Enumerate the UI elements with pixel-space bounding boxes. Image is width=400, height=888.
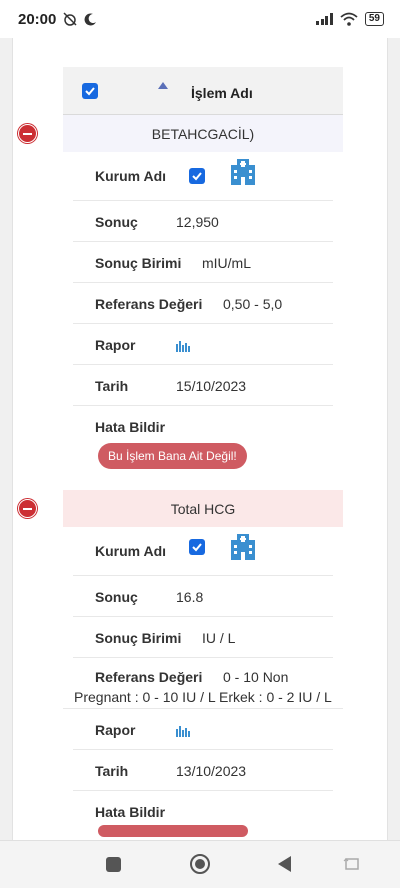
system-nav-bar (0, 840, 400, 888)
tarih-value: 13/10/2023 (176, 763, 247, 779)
hospital-building-icon[interactable] (229, 532, 257, 562)
referans-label: Referans Değeri (95, 669, 203, 685)
birim-value: mIU/mL (202, 255, 251, 271)
detail-row-kurum: Kurum Adı (73, 152, 333, 201)
referans-value: 0,50 - 5,0 (223, 296, 283, 312)
detail-row-sonuc: Sonuç 16.8 (73, 576, 333, 617)
group-name: Total HCG (170, 500, 236, 517)
kurum-checkbox[interactable] (189, 539, 205, 555)
status-time: 20:00 (18, 10, 57, 28)
wifi-icon (340, 12, 358, 26)
select-all-checkbox[interactable] (82, 83, 98, 99)
detail-row-hata: Hata Bildir Bu İşlem Bana Ait Değil! (73, 406, 333, 480)
collapse-minus-icon[interactable] (18, 499, 37, 518)
results-table: İşlem Adı BETAHCGACİL) Kurum Adı Sonuç 1… (18, 67, 343, 840)
detail-row-birim: Sonuç Birimi IU / L (73, 617, 333, 658)
moon-icon (84, 12, 97, 25)
detail-row-tarih: Tarih 13/10/2023 (73, 750, 333, 791)
sonuc-value: 16.8 (176, 589, 204, 605)
sort-asc-icon[interactable] (158, 82, 168, 89)
detail-row-sonuc: Sonuç 12,950 (73, 201, 333, 242)
column-header-islem-adi[interactable]: İşlem Adı (191, 85, 253, 101)
page-content: İşlem Adı BETAHCGACİL) Kurum Adı Sonuç 1… (12, 38, 388, 840)
rotate-screen-icon[interactable] (343, 856, 361, 872)
kurum-label: Kurum Adı (95, 168, 167, 184)
alarm-off-icon (63, 12, 77, 26)
detail-row-kurum: Kurum Adı (73, 527, 333, 576)
report-error-button[interactable]: Bu İşlem Bana Ait Değil! (98, 443, 247, 469)
collapse-minus-icon[interactable] (18, 124, 37, 143)
detail-row-referans: Referans Değeri 0 - 10 Non Pregnant : 0 … (63, 658, 343, 709)
bar-chart-icon[interactable] (176, 725, 191, 737)
tarih-value: 15/10/2023 (176, 378, 247, 394)
sonuc-label: Sonuç (95, 214, 138, 230)
status-bar: 20:00 59 (0, 0, 400, 38)
report-error-button[interactable] (98, 825, 248, 837)
detail-row-birim: Sonuç Birimi mIU/mL (73, 242, 333, 283)
group-row: BETAHCGACİL) (18, 115, 343, 152)
rapor-label: Rapor (95, 337, 136, 353)
hospital-building-icon[interactable] (229, 157, 257, 187)
kurum-label: Kurum Adı (95, 543, 167, 559)
detail-row-tarih: Tarih 15/10/2023 (73, 365, 333, 406)
signal-icon (316, 13, 333, 25)
detail-row-referans: Referans Değeri 0,50 - 5,0 (73, 283, 333, 324)
tarih-label: Tarih (95, 763, 129, 779)
hata-label: Hata Bildir (95, 804, 166, 820)
sonuc-value: 12,950 (176, 214, 219, 230)
hata-label: Hata Bildir (95, 419, 166, 435)
status-notification-icons (62, 11, 97, 27)
recent-apps-icon[interactable] (106, 857, 121, 872)
referans-value-line2: Pregnant : 0 - 10 IU / L Erkek : 0 - 2 I… (74, 689, 332, 705)
bar-chart-icon[interactable] (176, 340, 191, 352)
group-name: BETAHCGACİL) (151, 125, 255, 142)
birim-label: Sonuç Birimi (95, 255, 182, 271)
kurum-checkbox[interactable] (189, 168, 205, 184)
referans-value-line1: 0 - 10 Non (223, 669, 289, 685)
home-icon[interactable] (190, 854, 210, 874)
detail-row-rapor: Rapor (73, 324, 333, 365)
rapor-label: Rapor (95, 722, 136, 738)
back-icon[interactable] (278, 856, 291, 872)
detail-row-rapor: Rapor (73, 709, 333, 750)
birim-value: IU / L (202, 630, 236, 646)
group-row: Total HCG (18, 490, 343, 527)
birim-label: Sonuç Birimi (95, 630, 182, 646)
detail-row-hata: Hata Bildir (73, 791, 333, 840)
tarih-label: Tarih (95, 378, 129, 394)
battery-indicator: 59 (364, 12, 384, 26)
table-header: İşlem Adı (63, 67, 343, 115)
sonuc-label: Sonuç (95, 589, 138, 605)
referans-label: Referans Değeri (95, 296, 203, 312)
